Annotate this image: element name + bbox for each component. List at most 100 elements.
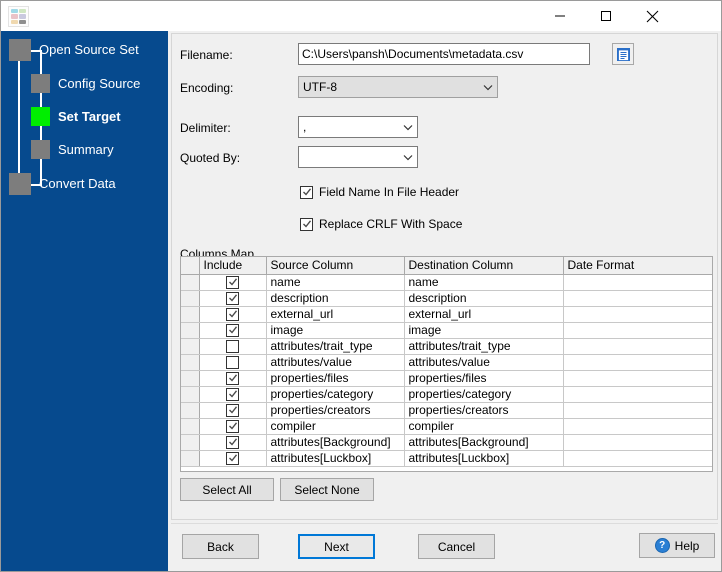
sidebar-item-set-target[interactable]: Set Target [58,109,121,125]
column-header-source-column[interactable]: Source Column [266,257,405,275]
table-row[interactable]: attributes[Background] attributes[Backgro… [181,434,712,451]
row-destination-column[interactable]: name [404,274,564,291]
replace-crlf-checkbox-row[interactable]: Replace CRLF With Space [300,217,462,231]
row-include-checkbox[interactable] [226,355,239,369]
sidebar-item-convert-data[interactable]: Convert Data [39,176,116,192]
row-date-format[interactable] [563,370,712,387]
row-include-cell[interactable] [199,386,267,403]
table-row[interactable]: compiler compiler [181,418,712,435]
row-gutter[interactable] [181,418,200,435]
column-header-date-format[interactable]: Date Format [563,257,712,275]
table-row[interactable]: properties/files properties/files [181,370,712,387]
row-include-checkbox[interactable] [226,291,239,305]
row-destination-column[interactable]: external_url [404,306,564,323]
row-date-format[interactable] [563,338,712,355]
row-destination-column[interactable]: attributes/trait_type [404,338,564,355]
file-browse-icon[interactable] [612,43,634,65]
row-destination-column[interactable]: compiler [404,418,564,435]
table-row[interactable]: attributes/trait_type attributes/trait_ty… [181,338,712,355]
row-destination-column[interactable]: image [404,322,564,339]
row-gutter[interactable] [181,450,200,467]
row-destination-column[interactable]: attributes[Background] [404,434,564,451]
row-date-format[interactable] [563,274,712,291]
row-gutter[interactable] [181,306,200,323]
row-include-cell[interactable] [199,370,267,387]
row-date-format[interactable] [563,418,712,435]
row-include-checkbox[interactable] [226,323,239,337]
column-header-include[interactable]: Include [199,257,267,275]
row-destination-column[interactable]: attributes[Luckbox] [404,450,564,467]
table-row[interactable]: external_url external_url [181,306,712,323]
row-date-format[interactable] [563,450,712,467]
row-include-checkbox[interactable] [226,307,239,321]
row-gutter[interactable] [181,338,200,355]
row-include-cell[interactable] [199,338,267,355]
replace-crlf-checkbox[interactable] [300,217,313,231]
row-date-format[interactable] [563,322,712,339]
row-gutter[interactable] [181,290,200,307]
row-include-cell[interactable] [199,418,267,435]
row-include-cell[interactable] [199,322,267,339]
cancel-button[interactable]: Cancel [418,534,495,559]
row-date-format[interactable] [563,306,712,323]
next-button[interactable]: Next [298,534,375,559]
row-destination-column[interactable]: description [404,290,564,307]
quoted-by-select[interactable] [298,146,418,168]
row-date-format[interactable] [563,402,712,419]
select-none-button[interactable]: Select None [280,478,374,501]
row-date-format[interactable] [563,354,712,371]
table-row[interactable]: properties/creators properties/creators [181,402,712,419]
row-date-format[interactable] [563,434,712,451]
row-include-checkbox[interactable] [226,419,239,433]
row-gutter[interactable] [181,402,200,419]
table-row[interactable]: properties/category properties/category [181,386,712,403]
row-include-cell[interactable] [199,450,267,467]
row-destination-column[interactable]: properties/creators [404,402,564,419]
row-include-cell[interactable] [199,306,267,323]
sidebar-item-config-source[interactable]: Config Source [58,76,140,92]
row-destination-column[interactable]: attributes/value [404,354,564,371]
row-date-format[interactable] [563,290,712,307]
help-question-icon: ? [654,538,670,553]
maximize-icon[interactable] [583,1,629,31]
table-row[interactable]: name name [181,274,712,291]
row-include-cell[interactable] [199,402,267,419]
encoding-select[interactable]: UTF-8 [298,76,498,98]
row-include-checkbox[interactable] [226,435,239,449]
sidebar-item-summary[interactable]: Summary [58,142,114,158]
row-include-checkbox[interactable] [226,371,239,385]
row-include-checkbox[interactable] [226,387,239,401]
table-row[interactable]: attributes[Luckbox] attributes[Luckbox] [181,450,712,467]
delimiter-select[interactable]: , [298,116,418,138]
row-destination-column[interactable]: properties/category [404,386,564,403]
row-include-checkbox[interactable] [226,275,239,289]
row-include-cell[interactable] [199,354,267,371]
row-destination-column[interactable]: properties/files [404,370,564,387]
field-name-in-header-checkbox[interactable] [300,185,313,199]
row-gutter[interactable] [181,322,200,339]
row-gutter[interactable] [181,434,200,451]
close-icon[interactable] [629,1,675,31]
row-gutter[interactable] [181,354,200,371]
column-header-destination-column[interactable]: Destination Column [404,257,564,275]
row-gutter[interactable] [181,386,200,403]
row-include-cell[interactable] [199,290,267,307]
back-button[interactable]: Back [182,534,259,559]
row-gutter[interactable] [181,370,200,387]
minimize-icon[interactable] [537,1,583,31]
row-include-cell[interactable] [199,274,267,291]
select-all-button[interactable]: Select All [180,478,274,501]
table-row[interactable]: description description [181,290,712,307]
field-name-in-header-checkbox-row[interactable]: Field Name In File Header [300,185,459,199]
help-button[interactable]: ? Help [639,533,715,558]
row-gutter[interactable] [181,274,200,291]
table-row[interactable]: image image [181,322,712,339]
row-include-checkbox[interactable] [226,403,239,417]
table-row[interactable]: attributes/value attributes/value [181,354,712,371]
row-date-format[interactable] [563,386,712,403]
sidebar-item-open-source-set[interactable]: Open Source Set [39,42,139,58]
row-include-cell[interactable] [199,434,267,451]
row-include-checkbox[interactable] [226,451,239,465]
row-include-checkbox[interactable] [226,339,239,353]
filename-input[interactable] [298,43,590,65]
